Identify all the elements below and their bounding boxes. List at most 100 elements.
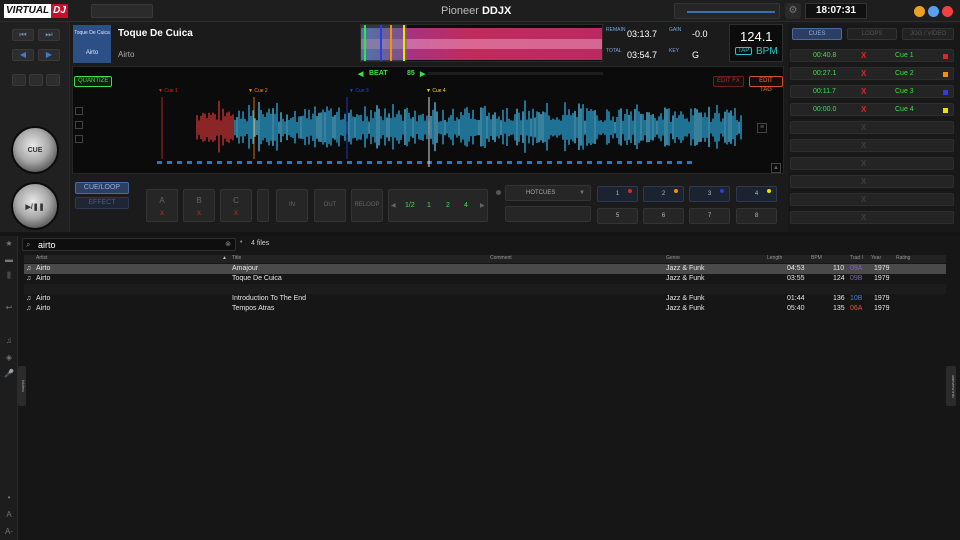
- hotcue-pad-5[interactable]: 5: [597, 208, 638, 224]
- font-increase-icon[interactable]: A: [4, 510, 14, 520]
- back-icon[interactable]: ↩: [4, 303, 14, 313]
- loop-halve-icon[interactable]: ◀: [391, 202, 396, 209]
- settings-gear-icon[interactable]: ⚙: [785, 3, 801, 19]
- loop-size-2[interactable]: 2: [446, 202, 450, 209]
- col-length[interactable]: Length: [767, 255, 782, 261]
- hotcue-pad-8[interactable]: 8: [736, 208, 777, 224]
- close-button[interactable]: [942, 6, 953, 17]
- star-icon[interactable]: ★: [4, 239, 14, 249]
- table-row[interactable]: ♫ Airto Amajour Jazz & Funk 04:53 110 09A 1979: [24, 264, 946, 274]
- clear-search-icon[interactable]: ⊗: [225, 240, 231, 248]
- microphone-icon[interactable]: 🎤: [4, 369, 14, 379]
- rewind-icon[interactable]: ⏮: [12, 29, 34, 41]
- maximize-button[interactable]: [928, 6, 939, 17]
- cue-loop-button[interactable]: CUE/LOOP: [75, 182, 129, 194]
- pitch-bend-right-icon[interactable]: ▶: [38, 49, 60, 61]
- overview-waveform[interactable]: [360, 24, 603, 62]
- font-decrease-icon[interactable]: A-: [4, 527, 14, 537]
- cue-marker-4[interactable]: ▼ Cue 4: [426, 88, 446, 94]
- wave-expand-icon[interactable]: ▲: [771, 163, 781, 173]
- folders-panel-toggle[interactable]: folders: [18, 366, 26, 406]
- folder-icon[interactable]: ▬: [4, 255, 14, 265]
- search-input[interactable]: ⌕ airto ⊗: [22, 238, 236, 251]
- delete-cue-icon[interactable]: X: [861, 69, 866, 78]
- search-text[interactable]: airto: [38, 240, 56, 250]
- loop-a-button[interactable]: AX: [146, 189, 178, 222]
- pad-mode-secondary[interactable]: [505, 206, 591, 222]
- waveform-panel[interactable]: QUANTIZE ◀ BEAT 85 ▶ EDIT FX EDIT TAG ▼ …: [72, 66, 784, 174]
- col-artist[interactable]: Artist: [36, 255, 47, 261]
- loop-out-button[interactable]: OUT: [314, 189, 346, 222]
- cue-marker-2[interactable]: ▼ Cue 2: [248, 88, 268, 94]
- cue-list-row[interactable]: 00:11.7 X Cue 3: [790, 85, 954, 98]
- loop-b-button[interactable]: BX: [183, 189, 215, 222]
- cue-list-row[interactable]: X: [790, 121, 954, 134]
- cue-marker-3[interactable]: ▼ Cue 3: [349, 88, 369, 94]
- filter-icon[interactable]: ⫼: [4, 271, 14, 281]
- hotcue-pad-7[interactable]: 7: [689, 208, 730, 224]
- minimize-button[interactable]: [914, 6, 925, 17]
- delete-cue-icon[interactable]: X: [861, 87, 866, 96]
- col-key[interactable]: Trad I: [850, 255, 863, 261]
- master-volume-slider[interactable]: [674, 3, 780, 19]
- gain-value[interactable]: -0.0: [692, 29, 708, 39]
- main-waveform[interactable]: [157, 97, 742, 167]
- wave-zoom-out-icon[interactable]: [75, 121, 83, 129]
- wave-lock-icon[interactable]: [75, 135, 83, 143]
- fast-forward-icon[interactable]: ⏭: [38, 29, 60, 41]
- cue-list-row[interactable]: X: [790, 157, 954, 170]
- cue-list-row[interactable]: 00:40.8 X Cue 1: [790, 49, 954, 62]
- slip-button[interactable]: [46, 74, 60, 86]
- cue-list-row[interactable]: X: [790, 175, 954, 188]
- tab-loops[interactable]: LOOPS: [847, 28, 897, 40]
- loop-size-4[interactable]: 4: [464, 202, 468, 209]
- edit-tag-button[interactable]: EDIT TAG: [749, 76, 783, 93]
- tab-jog-video[interactable]: JOG / VIDEO: [902, 28, 954, 40]
- cue-list-row[interactable]: 00:00.0 X Cue 4: [790, 103, 954, 116]
- cue-list-row[interactable]: 00:27.1 X Cue 2: [790, 67, 954, 80]
- loop-size-half[interactable]: 1/2: [405, 202, 415, 209]
- keylock-button[interactable]: [29, 74, 43, 86]
- hotcue-pad-1[interactable]: 1: [597, 186, 638, 202]
- delete-cue-icon[interactable]: X: [861, 105, 866, 114]
- loop-c-button[interactable]: CX: [220, 189, 252, 222]
- cue-list-row[interactable]: X: [790, 193, 954, 206]
- tap-button[interactable]: TAP: [735, 47, 753, 55]
- play-pause-button[interactable]: ▶/❚❚: [11, 182, 59, 230]
- pitch-bend-left-icon[interactable]: ◀: [12, 49, 34, 61]
- tag-icon[interactable]: ◈: [4, 353, 14, 363]
- cue-list-row[interactable]: X: [790, 139, 954, 152]
- table-row[interactable]: ♫ Airto Tempos Atras Jazz & Funk 05:40 135 06A…: [24, 304, 946, 314]
- sync-button[interactable]: [12, 74, 26, 86]
- tab-cues[interactable]: CUES: [792, 28, 842, 40]
- cue-list-row[interactable]: X: [790, 211, 954, 224]
- delete-cue-icon[interactable]: X: [861, 51, 866, 60]
- pad-mode-dropdown[interactable]: HOTCUES ▼: [505, 185, 591, 201]
- table-row[interactable]: ♫ Airto Introduction To The End Jazz & Funk…: [24, 294, 946, 304]
- col-rating[interactable]: Rating: [896, 255, 910, 261]
- sideview-panel-toggle[interactable]: sideview info: [946, 366, 956, 406]
- loop-size-1[interactable]: 1: [427, 202, 431, 209]
- loop-in-button[interactable]: IN: [276, 189, 308, 222]
- reloop-button[interactable]: RELOOP: [351, 189, 383, 222]
- col-genre[interactable]: Genre: [666, 255, 680, 261]
- hotcue-pad-2[interactable]: 2: [643, 186, 684, 202]
- wave-options-icon[interactable]: ≡: [757, 123, 767, 133]
- edit-fx-button[interactable]: EDIT FX: [713, 76, 744, 87]
- music-note-icon[interactable]: ♫: [4, 336, 14, 346]
- table-row[interactable]: ♫ Airto Toque De Cuica Jazz & Funk 03:55 124 0…: [24, 274, 946, 284]
- col-year[interactable]: Year: [871, 255, 881, 261]
- col-title[interactable]: Title: [232, 255, 241, 261]
- cue-marker-1[interactable]: ▼ Cue 1: [158, 88, 178, 94]
- loop-double-icon[interactable]: ▶: [480, 202, 485, 209]
- beat-right-icon[interactable]: ▶: [420, 70, 425, 78]
- cue-button[interactable]: CUE: [11, 126, 59, 174]
- col-bpm[interactable]: BPM: [811, 255, 822, 261]
- effect-button[interactable]: EFFECT: [75, 197, 129, 209]
- loop-slot-menu[interactable]: [257, 189, 269, 222]
- beat-left-icon[interactable]: ◀: [358, 70, 363, 78]
- quantize-button[interactable]: QUANTIZE: [74, 76, 113, 87]
- wave-zoom-in-icon[interactable]: [75, 107, 83, 115]
- hotcue-pad-4[interactable]: 4: [736, 186, 777, 202]
- col-comment[interactable]: Comment: [490, 255, 512, 261]
